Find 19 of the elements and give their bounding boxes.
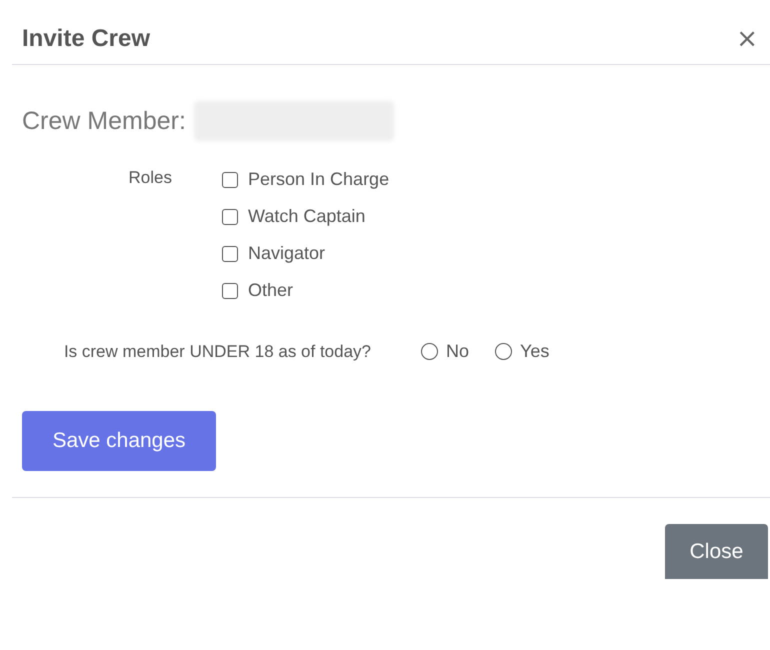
roles-label: Roles (128, 167, 172, 189)
checkbox[interactable] (222, 282, 238, 298)
checkbox[interactable] (222, 172, 238, 188)
crew-member-label: Crew Member: (22, 106, 186, 136)
close-button[interactable]: Close (665, 524, 768, 579)
role-option-label: Watch Captain (248, 206, 366, 227)
role-option-label: Person In Charge (248, 169, 390, 190)
modal-title: Invite Crew (22, 25, 150, 53)
role-option-label: Navigator (248, 243, 326, 264)
under-18-question: Is crew member UNDER 18 as of today? (62, 341, 371, 363)
radio-label: Yes (520, 341, 550, 362)
checkbox[interactable] (222, 208, 238, 224)
checkbox[interactable] (222, 246, 238, 262)
role-option-label: Other (248, 280, 294, 301)
radio-button[interactable] (495, 343, 512, 360)
radio-label: No (446, 341, 470, 362)
close-button[interactable]: × (730, 24, 764, 54)
radio-button[interactable] (421, 343, 438, 360)
save-button[interactable]: Save changes (22, 411, 216, 471)
